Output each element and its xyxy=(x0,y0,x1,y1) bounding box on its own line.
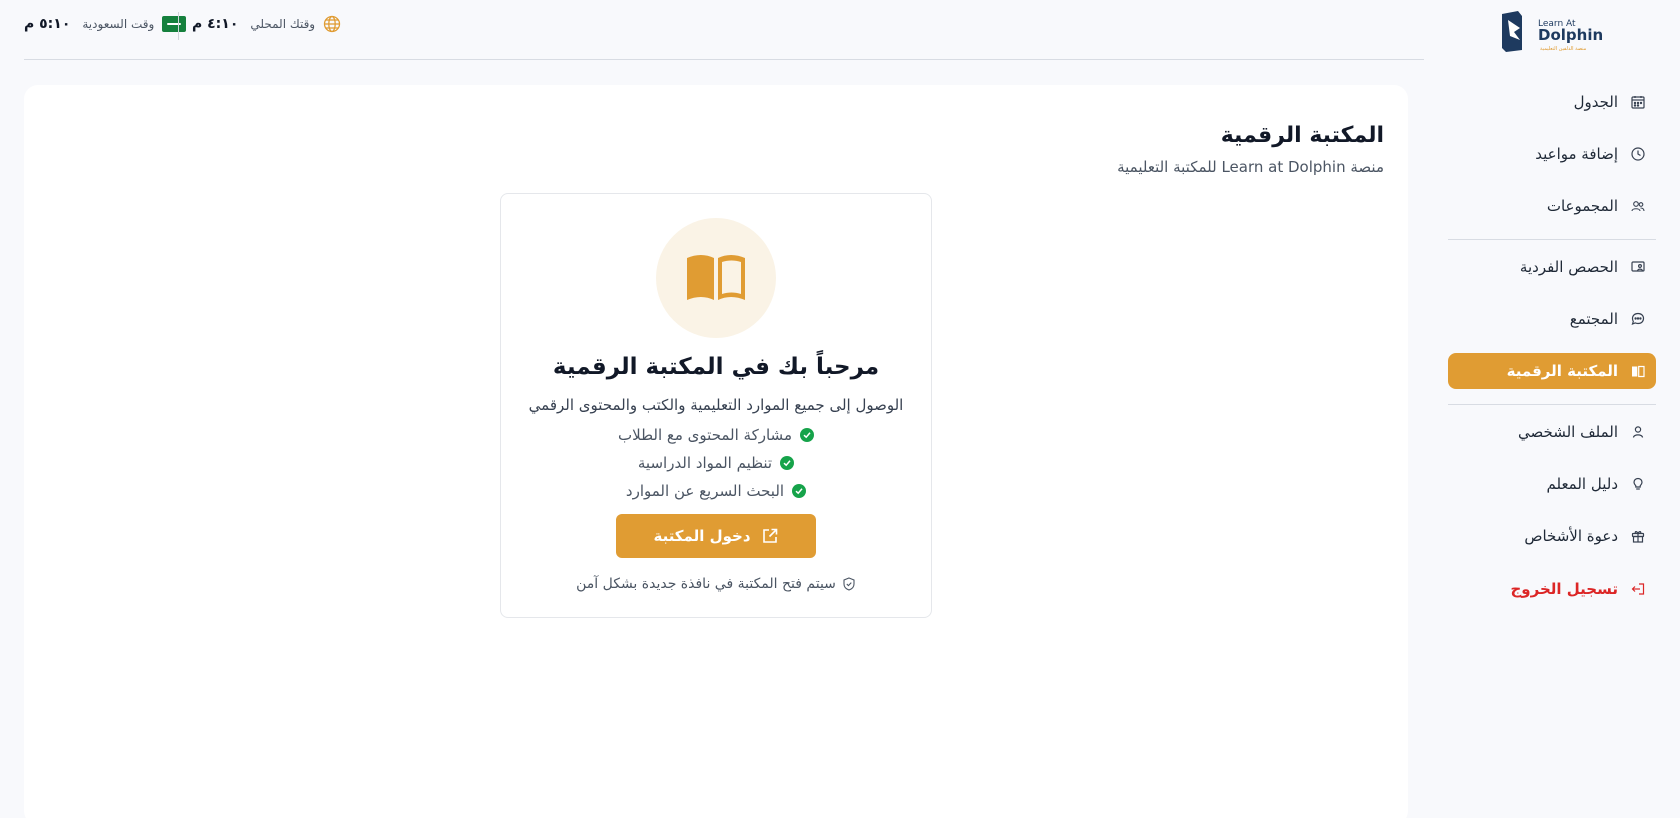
feature-text: مشاركة المحتوى مع الطلاب xyxy=(618,426,792,444)
sidebar-divider xyxy=(1448,239,1656,240)
sidebar-item-label: المكتبة الرقمية xyxy=(1506,362,1618,380)
sidebar-item-label: دعوة الأشخاص xyxy=(1524,527,1618,545)
sidebar-item-label: المجموعات xyxy=(1546,197,1618,215)
feature-item: تنظيم المواد الدراسية xyxy=(501,452,931,474)
sidebar-item-teacher-guide[interactable]: دليل المعلم xyxy=(1448,466,1656,502)
saudi-time: ٥:١٠ م xyxy=(24,16,71,32)
clock-icon xyxy=(1630,146,1646,162)
sidebar-item-profile[interactable]: الملف الشخصي xyxy=(1448,414,1656,450)
feature-text: تنظيم المواد الدراسية xyxy=(637,454,773,472)
local-time-display: ٤:١٠ م وقتك المحلي xyxy=(192,12,341,36)
check-icon xyxy=(799,428,814,442)
library-card: مرحباً بك في المكتبة الرقمية الوصول إلى … xyxy=(500,193,932,618)
sidebar-item-schedule[interactable]: الجدول xyxy=(1448,84,1656,120)
sidebar-item-invite-people[interactable]: دعوة الأشخاص xyxy=(1448,518,1656,554)
sidebar-item-digital-library[interactable]: المكتبة الرقمية xyxy=(1448,353,1656,389)
card-title: مرحباً بك في المكتبة الرقمية xyxy=(552,354,880,380)
svg-text:منصة الدلفين التعليمية: منصة الدلفين التعليمية xyxy=(1540,46,1587,52)
sidebar-item-label: دليل المعلم xyxy=(1546,475,1619,493)
svg-text:Dolphin: Dolphin xyxy=(1538,26,1603,44)
lightbulb-icon xyxy=(1630,476,1646,492)
feature-item: البحث السريع عن الموارد xyxy=(501,480,931,502)
sidebar-item-community[interactable]: المجتمع xyxy=(1448,301,1656,337)
saudi-time-display: ٥:١٠ م وقت السعودية xyxy=(24,12,187,36)
users-icon xyxy=(1630,198,1646,214)
feature-item: مشاركة المحتوى مع الطلاب xyxy=(501,424,931,446)
main-panel: المكتبة الرقمية منصة Learn at Dolphin لل… xyxy=(24,85,1408,818)
sidebar-item-logout[interactable]: تسجيل الخروج xyxy=(1448,571,1656,607)
sidebar-divider xyxy=(1448,404,1656,405)
globe-icon xyxy=(323,15,341,33)
sidebar-item-label: الحصص الفردية xyxy=(1519,258,1618,276)
local-time-label: وقتك المحلي xyxy=(250,17,316,31)
sidebar-item-label: الجدول xyxy=(1573,93,1618,111)
secure-note: سيتم فتح المكتبة في نافذة جديدة بشكل آمن xyxy=(501,576,931,592)
secure-note-text: سيتم فتح المكتبة في نافذة جديدة بشكل آمن xyxy=(576,576,836,592)
sidebar-item-label: الملف الشخصي xyxy=(1518,423,1618,441)
enter-library-button[interactable]: دخول المكتبة xyxy=(616,514,816,558)
chat-icon xyxy=(1630,311,1646,327)
enter-library-label: دخول المكتبة xyxy=(653,527,751,545)
user-icon xyxy=(1630,424,1646,440)
topbar: ٥:١٠ م وقت السعودية ٤:١٠ م وقتك المحلي xyxy=(24,0,1424,60)
sidebar-item-add-appointments[interactable]: إضافة مواعيد xyxy=(1448,136,1656,172)
sidebar: Learn At Dolphin منصة الدلفين التعليمية … xyxy=(1432,0,1680,818)
check-icon xyxy=(792,484,807,498)
brand-logo[interactable]: Learn At Dolphin منصة الدلفين التعليمية xyxy=(1500,10,1604,54)
time-separator xyxy=(178,12,179,40)
screen-user-icon xyxy=(1630,259,1646,275)
sidebar-item-groups[interactable]: المجموعات xyxy=(1448,188,1656,224)
library-hero-icon xyxy=(656,218,776,338)
sidebar-item-label: إضافة مواعيد xyxy=(1535,145,1618,163)
feature-text: البحث السريع عن الموارد xyxy=(625,482,785,500)
page-title: المكتبة الرقمية xyxy=(1220,123,1384,148)
page-subtitle: منصة Learn at Dolphin للمكتبة التعليمية xyxy=(1117,158,1384,176)
check-icon xyxy=(780,456,795,470)
saudi-flag-icon xyxy=(162,16,187,32)
shield-check-icon xyxy=(842,577,856,591)
card-description: الوصول إلى جميع الموارد التعليمية والكتب… xyxy=(528,396,904,414)
saudi-time-label: وقت السعودية xyxy=(82,17,155,31)
open-book-icon xyxy=(687,255,745,300)
gift-icon xyxy=(1630,528,1646,544)
book-icon xyxy=(1630,363,1646,379)
logout-icon xyxy=(1630,581,1646,597)
calendar-icon xyxy=(1630,94,1646,110)
sidebar-item-label: المجتمع xyxy=(1569,310,1618,328)
sidebar-item-private-lessons[interactable]: الحصص الفردية xyxy=(1448,249,1656,285)
local-time: ٤:١٠ م xyxy=(192,16,239,32)
external-link-icon xyxy=(761,527,779,545)
sidebar-item-label: تسجيل الخروج xyxy=(1510,580,1619,598)
